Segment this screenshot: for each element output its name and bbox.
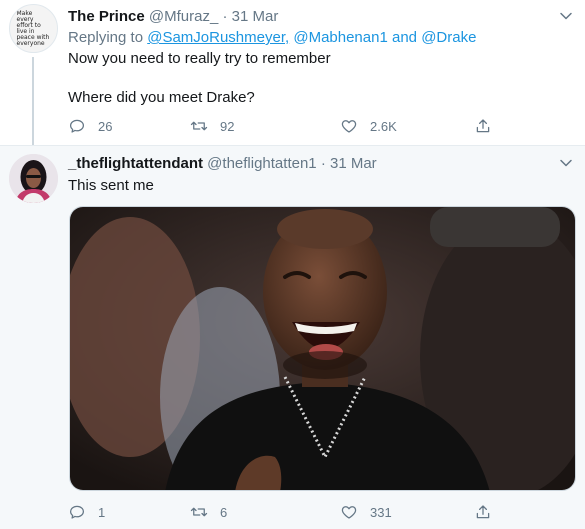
tweet-date[interactable]: 31 Mar [330, 155, 377, 172]
avatar-quote-text: Make every effort to live in peace with … [16, 9, 50, 47]
reply-icon [69, 119, 85, 133]
replying-to: Replying to @SamJoRushmeyer, @Mabhenan1 … [68, 29, 476, 46]
thread-line [32, 57, 34, 154]
separator-dot: · [320, 155, 326, 172]
share-button[interactable] [474, 501, 504, 523]
chevron-down-icon[interactable] [559, 156, 573, 170]
like-icon [341, 506, 357, 519]
retweet-button[interactable]: 6 [190, 501, 227, 523]
retweet-button[interactable]: 92 [190, 115, 234, 137]
mention-drake[interactable]: @Drake [421, 29, 476, 46]
tweet-theflightattendant[interactable]: _theflightattendant @theflightatten1 · 3… [0, 146, 585, 529]
tweet-text-line: Where did you meet Drake? [68, 89, 255, 106]
user-handle[interactable]: @Mfuraz_ [149, 8, 218, 25]
avatar[interactable]: Make every effort to live in peace with … [9, 4, 58, 53]
tweet-actions: 26 92 2.6K [62, 115, 502, 137]
display-name[interactable]: The Prince [68, 8, 145, 25]
tweet-date[interactable]: 31 Mar [232, 8, 279, 25]
retweet-icon [190, 121, 208, 131]
share-icon [476, 505, 490, 519]
share-button[interactable] [474, 115, 504, 137]
tweet-text-line: Now you need to really try to remember [68, 50, 331, 67]
separator-dot: · [222, 8, 228, 25]
replying-prefix: Replying to [68, 29, 144, 46]
mention-mabhenan1[interactable]: @Mabhenan1 [293, 29, 387, 46]
like-count: 331 [370, 504, 392, 520]
tweet-header: _theflightattendant @theflightatten1 · 3… [68, 154, 377, 174]
reply-icon [69, 505, 85, 519]
like-button[interactable]: 2.6K [340, 115, 397, 137]
reply-button[interactable]: 26 [68, 115, 112, 137]
tweet-the-prince[interactable]: Make every effort to live in peace with … [0, 0, 585, 154]
avatar-portrait [9, 154, 58, 203]
tweet-media-image[interactable] [69, 206, 576, 491]
user-handle[interactable]: @theflightatten1 [207, 155, 316, 172]
retweet-count: 6 [220, 504, 228, 520]
laughing-man-photo [70, 207, 575, 490]
reply-count: 1 [98, 504, 106, 520]
reply-button[interactable]: 1 [68, 501, 105, 523]
tweet-text: This sent me [68, 177, 154, 194]
reply-count: 26 [98, 118, 113, 134]
tweet-actions: 1 6 331 [62, 501, 502, 523]
like-button[interactable]: 331 [340, 501, 392, 523]
retweet-count: 92 [220, 118, 235, 134]
like-icon [341, 120, 357, 133]
mention-samjorushmeyer[interactable]: @SamJoRushmeyer, [147, 29, 289, 46]
like-count: 2.6K [370, 118, 397, 134]
share-icon [476, 119, 490, 133]
retweet-icon [190, 507, 208, 517]
tweet-header: The Prince @Mfuraz_ · 31 Mar [68, 7, 278, 27]
chevron-down-icon[interactable] [559, 9, 573, 23]
replying-and: and [391, 29, 418, 46]
avatar[interactable] [9, 154, 58, 203]
display-name[interactable]: _theflightattendant [68, 155, 203, 172]
